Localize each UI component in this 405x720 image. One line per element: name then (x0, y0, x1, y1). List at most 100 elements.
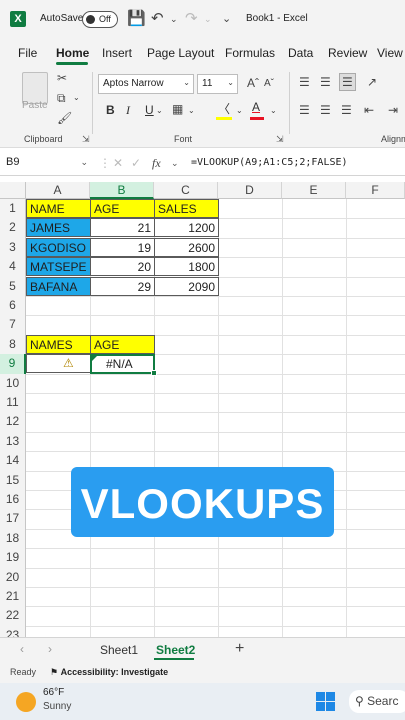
decrease-indent-icon[interactable]: ⇤ (364, 103, 374, 117)
expand-formula-icon[interactable]: ⌄ (171, 158, 179, 169)
row-header[interactable]: 7 (0, 315, 26, 335)
save-icon[interactable]: 💾 (127, 9, 146, 27)
redo-icon[interactable]: ↷ (185, 9, 198, 27)
tab-sheet2[interactable]: Sheet2 (156, 643, 195, 657)
cell-c5[interactable]: 2090 (154, 276, 219, 296)
align-left-icon[interactable]: ☰ (299, 103, 310, 117)
name-box[interactable]: B9 ⌄ (6, 156, 90, 173)
cell-b2[interactable]: 21 (90, 218, 155, 238)
taskbar-search[interactable]: ⚲ Searc (349, 690, 405, 713)
clipboard-launcher-icon[interactable]: ⇲ (82, 134, 90, 145)
tab-formulas[interactable]: Formulas (225, 46, 275, 60)
column-header-e[interactable]: E (282, 182, 346, 199)
cell-c4[interactable]: 1800 (154, 257, 219, 277)
cell-a8[interactable]: NAMES (26, 334, 91, 354)
borders-icon[interactable]: ▦ (172, 102, 183, 116)
increase-font-icon[interactable]: Aˆ (247, 76, 259, 90)
row-header[interactable]: 3 (0, 237, 26, 258)
accessibility-status[interactable]: ⚑ Accessibility: Investigate (50, 667, 168, 678)
weather-temp[interactable]: 66°F (43, 687, 64, 698)
row-header[interactable]: 5 (0, 276, 26, 296)
orientation-icon[interactable]: ↗ (367, 75, 377, 89)
row-header[interactable]: 10 (0, 373, 26, 393)
cell-b3[interactable]: 19 (90, 237, 155, 257)
chevron-left-icon[interactable]: ‹ (20, 642, 24, 656)
cell-c3[interactable]: 2600 (154, 237, 219, 257)
borders-dropdown-icon[interactable]: ⌄ (188, 106, 195, 115)
cell-a2[interactable]: JAMES (26, 218, 91, 238)
font-name-select[interactable]: Aptos Narrow ⌄ (98, 74, 194, 94)
cell-a1[interactable]: NAME (26, 199, 91, 218)
tab-page-layout[interactable]: Page Layout (147, 46, 214, 60)
add-sheet-icon[interactable]: + (235, 640, 244, 658)
cell-c2[interactable]: 1200 (154, 218, 219, 238)
cell-a4[interactable]: MATSEPE (26, 257, 91, 277)
row-header[interactable]: 18 (0, 528, 26, 549)
row-header[interactable]: 19 (0, 548, 26, 568)
error-warning-icon[interactable]: ⚠ (63, 356, 74, 370)
cell-b5[interactable]: 29 (90, 276, 155, 296)
row-header[interactable]: 15 (0, 470, 26, 490)
select-all-corner[interactable] (0, 182, 26, 199)
customize-toolbar-icon[interactable]: ⌄ (222, 12, 231, 25)
tab-view[interactable]: View (377, 46, 403, 60)
bold-button[interactable]: B (106, 103, 115, 117)
format-painter-icon[interactable]: 🖌 (57, 111, 72, 125)
column-header-a[interactable]: A (26, 182, 90, 199)
row-header[interactable]: 13 (0, 431, 26, 452)
column-header-d[interactable]: D (218, 182, 282, 199)
column-header-c[interactable]: C (154, 182, 218, 199)
redo-dropdown-icon[interactable]: ⌄ (204, 14, 212, 25)
cell-b1[interactable]: AGE (90, 199, 155, 218)
column-header-b[interactable]: B (90, 182, 154, 199)
row-header[interactable]: 2 (0, 218, 26, 238)
increase-indent-icon[interactable]: ⇥ (388, 103, 398, 117)
undo-dropdown-icon[interactable]: ⌄ (170, 14, 178, 25)
row-header[interactable]: 9 (0, 354, 26, 374)
cut-icon[interactable]: ✂ (57, 71, 67, 85)
row-header[interactable]: 1 (0, 199, 26, 219)
cell-a5[interactable]: BAFANA (26, 276, 91, 296)
tab-home[interactable]: Home (56, 46, 89, 60)
insert-function-button[interactable]: fx (152, 156, 161, 171)
tab-data[interactable]: Data (288, 46, 313, 60)
cancel-entry-icon[interactable]: ✕ (113, 156, 123, 170)
font-launcher-icon[interactable]: ⇲ (276, 134, 284, 145)
cell-b9-active[interactable]: #N/A (90, 354, 157, 376)
row-header[interactable]: 23 (0, 625, 26, 637)
row-header[interactable]: 22 (0, 606, 26, 626)
undo-icon[interactable]: ↶ (151, 9, 164, 27)
more-options-icon[interactable]: ⋮ (99, 156, 111, 170)
tab-sheet1[interactable]: Sheet1 (100, 643, 138, 657)
font-size-select[interactable]: 11 ⌄ (197, 74, 238, 94)
cell-a9[interactable] (26, 354, 91, 374)
autosave-toggle[interactable]: Off (82, 11, 118, 28)
formula-text[interactable]: =VLOOKUP(A9;A1:C5;2;FALSE) (191, 157, 348, 168)
underline-dropdown-icon[interactable]: ⌄ (156, 106, 163, 115)
underline-button[interactable]: U (145, 103, 154, 117)
row-header[interactable]: 17 (0, 509, 26, 529)
align-right-icon[interactable]: ☰ (341, 103, 352, 117)
cell-c1[interactable]: SALES (154, 199, 219, 218)
copy-dropdown-icon[interactable]: ⌄ (73, 93, 80, 102)
copy-icon[interactable]: ⧉ (57, 91, 66, 106)
row-header[interactable]: 11 (0, 393, 26, 413)
tab-insert[interactable]: Insert (102, 46, 132, 60)
confirm-entry-icon[interactable]: ✓ (131, 156, 141, 170)
align-middle-icon[interactable]: ☰ (320, 75, 331, 89)
fill-handle[interactable] (151, 370, 157, 376)
row-header[interactable]: 16 (0, 490, 26, 510)
italic-button[interactable]: I (126, 103, 130, 118)
row-header[interactable]: 20 (0, 567, 26, 587)
row-header[interactable]: 14 (0, 451, 26, 471)
weather-condition[interactable]: Sunny (43, 701, 71, 712)
font-color-dropdown-icon[interactable]: ⌄ (270, 106, 277, 115)
tab-file[interactable]: File (18, 46, 37, 60)
windows-start-icon[interactable] (316, 692, 335, 711)
chevron-right-icon[interactable]: › (48, 642, 52, 656)
row-header[interactable]: 6 (0, 296, 26, 316)
cell-b8[interactable]: AGE (90, 334, 155, 354)
align-bottom-icon[interactable]: ☰ (339, 73, 356, 91)
row-header[interactable]: 4 (0, 257, 26, 277)
cell-b4[interactable]: 20 (90, 257, 155, 277)
